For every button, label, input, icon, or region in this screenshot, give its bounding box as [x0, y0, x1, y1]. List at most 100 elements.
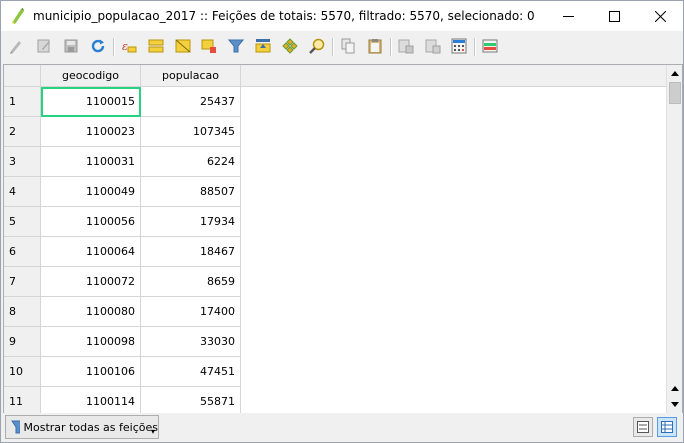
new-field-icon [425, 39, 441, 54]
cell-geocodigo[interactable]: 1100023 [41, 117, 141, 147]
paste-button[interactable] [365, 36, 385, 56]
filter-button-label: Mostrar todas as feições [23, 420, 158, 434]
cell-geocodigo[interactable]: 1100049 [41, 177, 141, 207]
toolbar-separator [474, 38, 476, 56]
cell-populacao[interactable]: 6224 [141, 147, 241, 177]
cell-geocodigo[interactable]: 1100056 [41, 207, 141, 237]
multi-edit-button[interactable] [34, 36, 54, 56]
field-calculator-button[interactable] [449, 36, 469, 56]
toolbar-separator [332, 38, 334, 56]
show-features-filter-button[interactable]: Mostrar todas as feições ▾ [5, 415, 159, 439]
cell-populacao[interactable]: 33030 [141, 327, 241, 357]
save-edits-button[interactable] [61, 36, 81, 56]
invert-selection-button[interactable] [173, 36, 193, 56]
filter-icon [11, 420, 20, 434]
pan-to-selected-button[interactable] [280, 36, 300, 56]
form-view-button[interactable] [633, 417, 653, 437]
minimize-icon [562, 15, 574, 17]
header-filler [241, 65, 666, 87]
svg-text:ε: ε [122, 40, 128, 53]
delete-feature-icon [398, 39, 414, 54]
window-title: municipio_populacao_2017 :: Feições de t… [33, 9, 535, 23]
cell-geocodigo[interactable]: 1100106 [41, 357, 141, 387]
row-header[interactable]: 3 [4, 147, 41, 177]
form-view-icon [637, 421, 649, 433]
cell-populacao[interactable]: 25437 [141, 87, 241, 117]
cell-geocodigo[interactable]: 1100064 [41, 237, 141, 267]
chevron-up-icon [671, 70, 679, 76]
pencil-icon [10, 41, 21, 54]
column-header-populacao[interactable]: populacao [141, 65, 241, 87]
maximize-icon [608, 10, 620, 22]
cell-populacao[interactable]: 8659 [141, 267, 241, 297]
row-header[interactable]: 9 [4, 327, 41, 357]
row-header[interactable]: 7 [4, 267, 41, 297]
zoom-to-selected-button[interactable] [307, 36, 327, 56]
new-field-button[interactable] [423, 36, 443, 56]
chevron-up-icon [671, 385, 679, 391]
table-view-button[interactable] [657, 417, 677, 437]
scrollbar-thumb[interactable] [669, 82, 681, 104]
move-selection-to-top-button[interactable] [253, 36, 273, 56]
deselect-all-button[interactable] [199, 36, 219, 56]
toolbar: ε [1, 31, 683, 63]
cell-geocodigo[interactable]: 1100098 [41, 327, 141, 357]
zoom-to-selected-icon [309, 38, 325, 54]
toggle-editing-button[interactable] [6, 36, 26, 56]
row-header[interactable]: 5 [4, 207, 41, 237]
table-view-icon [661, 421, 673, 433]
cell-populacao[interactable]: 18467 [141, 237, 241, 267]
column-header-geocodigo[interactable]: geocodigo [41, 65, 141, 87]
selected-cell-geocodigo[interactable]: 1100015 [41, 87, 141, 117]
vertical-scrollbar[interactable] [666, 65, 682, 413]
cell-geocodigo[interactable]: 1100031 [41, 147, 141, 177]
cell-populacao[interactable]: 17934 [141, 207, 241, 237]
cell-populacao[interactable]: 55871 [141, 387, 241, 413]
row-header[interactable]: 2 [4, 117, 41, 147]
dropdown-arrow-icon: ▾ [150, 427, 155, 436]
scroll-up-button[interactable] [668, 66, 682, 80]
title-bar[interactable]: municipio_populacao_2017 :: Feições de t… [1, 1, 683, 31]
copy-button[interactable] [338, 36, 358, 56]
minimize-button[interactable] [545, 1, 591, 31]
cell-geocodigo[interactable]: 1100114 [41, 387, 141, 413]
cell-populacao[interactable]: 88507 [141, 177, 241, 207]
field-calculator-icon [451, 38, 467, 54]
row-header[interactable]: 10 [4, 357, 41, 387]
conditional-formatting-button[interactable] [480, 36, 500, 56]
select-all-button[interactable] [146, 36, 166, 56]
attribute-table-window: municipio_populacao_2017 :: Feições de t… [0, 0, 684, 443]
row-header[interactable]: 8 [4, 297, 41, 327]
invert-selection-icon [175, 39, 191, 53]
scroll-down-button[interactable] [668, 397, 682, 411]
deselect-icon [201, 39, 216, 53]
table-corner[interactable] [4, 65, 41, 87]
row-header[interactable]: 6 [4, 237, 41, 267]
row-header[interactable]: 1 [4, 87, 41, 117]
scroll-up-button-lower[interactable] [668, 381, 682, 395]
copy-icon [341, 38, 355, 54]
cell-geocodigo[interactable]: 1100080 [41, 297, 141, 327]
delete-selected-button[interactable] [396, 36, 416, 56]
row-header[interactable]: 11 [4, 387, 41, 413]
bottom-bar: Mostrar todas as feições ▾ [1, 413, 683, 442]
cell-populacao[interactable]: 17400 [141, 297, 241, 327]
close-button[interactable] [637, 1, 683, 31]
pan-to-selected-icon [282, 38, 298, 54]
row-header[interactable]: 4 [4, 177, 41, 207]
maximize-button[interactable] [591, 1, 637, 31]
cell-populacao[interactable]: 47451 [141, 357, 241, 387]
move-to-top-icon [255, 39, 271, 53]
floppy-icon [64, 39, 78, 53]
select-by-expression-button[interactable]: ε [119, 36, 139, 56]
close-icon [654, 10, 666, 22]
select-all-icon [148, 39, 164, 53]
paste-icon [368, 39, 382, 54]
toolbar-separator [390, 38, 392, 56]
filter-select-button[interactable] [226, 36, 246, 56]
cell-geocodigo[interactable]: 1100072 [41, 267, 141, 297]
cell-populacao[interactable]: 107345 [141, 117, 241, 147]
refresh-icon [91, 39, 105, 53]
reload-table-button[interactable] [88, 36, 108, 56]
qgis-app-icon [12, 8, 24, 24]
